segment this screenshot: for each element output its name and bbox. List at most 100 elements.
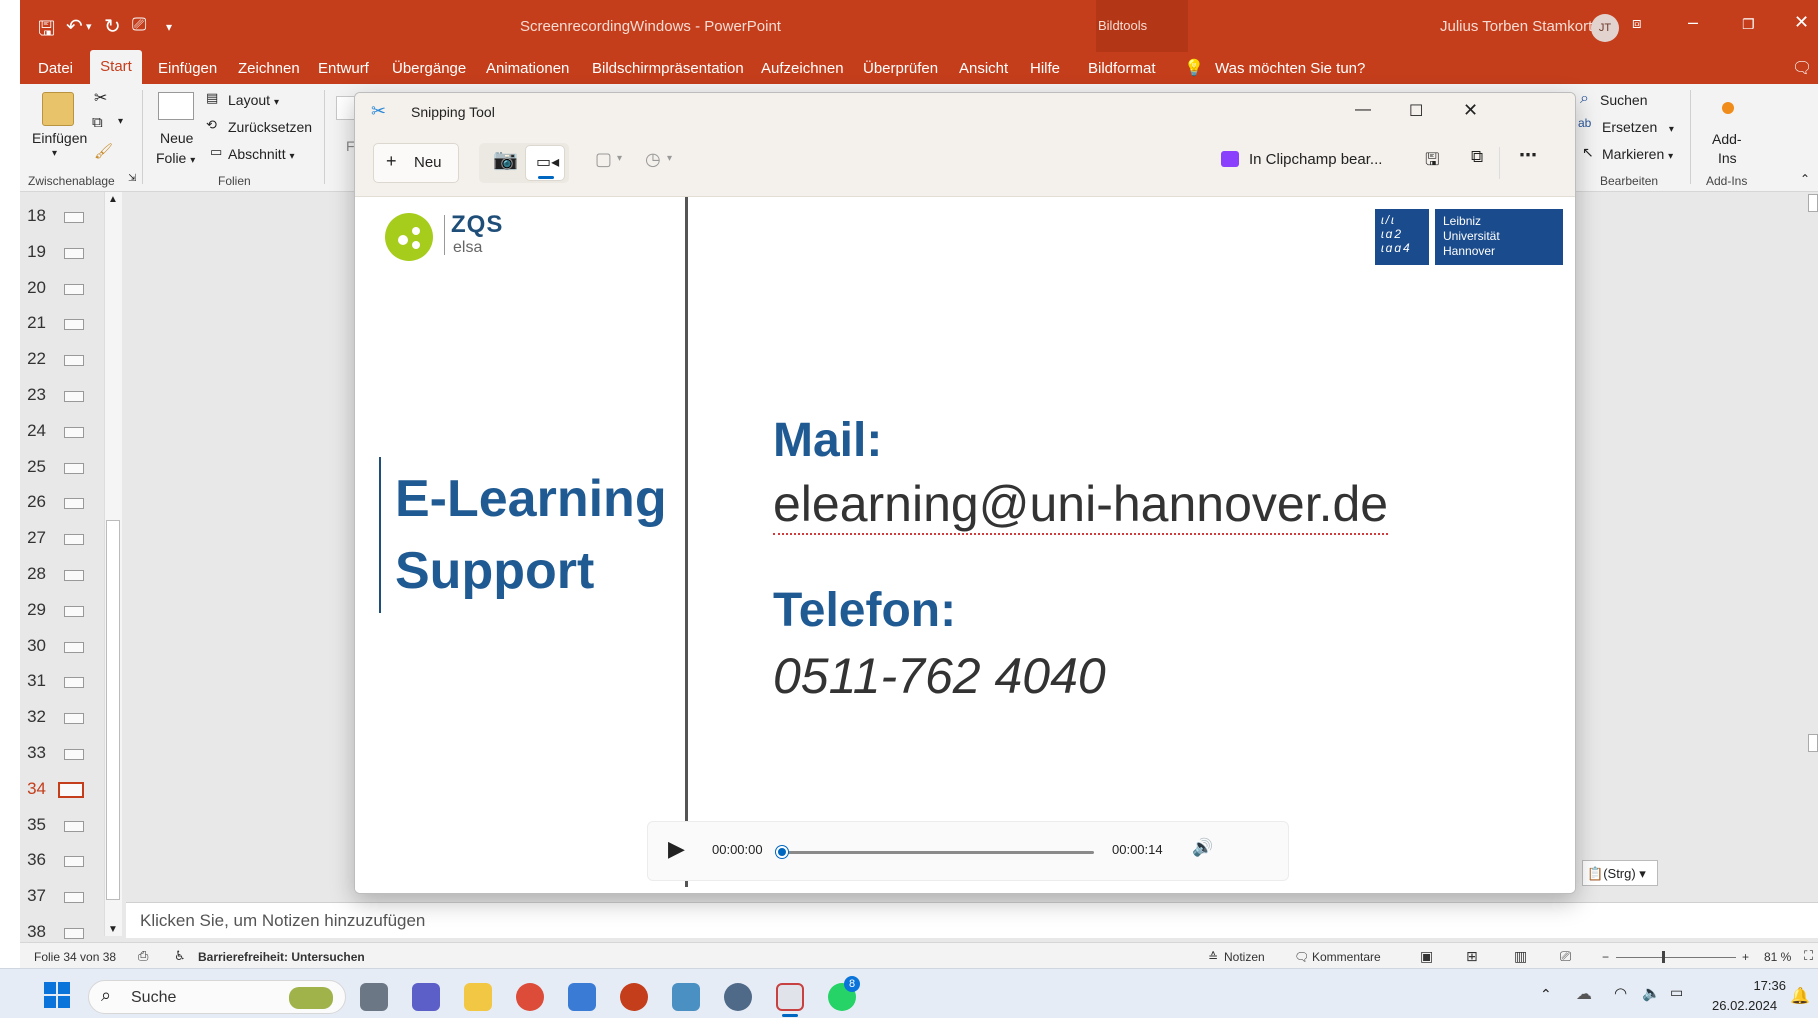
scroll-up-icon[interactable]: ▲ — [108, 194, 118, 205]
tab-transitions[interactable]: Übergänge — [392, 60, 466, 77]
play-icon[interactable]: ▶ — [668, 836, 685, 862]
minimize-icon[interactable]: – — [1688, 12, 1698, 33]
collapse-ribbon-icon[interactable]: ⌃ — [1800, 172, 1810, 186]
slide-number[interactable]: 28 — [20, 564, 46, 584]
fit-to-window-icon[interactable]: ⛶ — [1804, 948, 1813, 964]
slide-number[interactable]: 21 — [20, 313, 46, 333]
windows-start-icon[interactable] — [44, 982, 70, 1008]
slide-number[interactable]: 20 — [20, 278, 46, 298]
wifi-icon[interactable]: ◠ — [1614, 984, 1627, 1002]
layout-button[interactable]: Layout ▾ — [228, 92, 279, 108]
user-name[interactable]: Julius Torben Stamkort — [1440, 18, 1592, 35]
slide-thumbnail[interactable] — [64, 391, 84, 402]
font-box[interactable] — [336, 96, 356, 120]
microsoft-store-icon[interactable] — [568, 983, 596, 1011]
cut-icon[interactable]: ✂ — [94, 88, 107, 108]
snipping-tool-taskbar-icon[interactable] — [776, 983, 804, 1011]
slide-number[interactable]: 36 — [20, 850, 46, 870]
slide-number[interactable]: 24 — [20, 421, 46, 441]
new-slide-label-1[interactable]: Neue — [160, 130, 193, 146]
slide-number[interactable]: 33 — [20, 743, 46, 763]
slide-thumbnail[interactable] — [64, 713, 84, 725]
seek-bar[interactable] — [784, 851, 1094, 854]
onedrive-icon[interactable]: ☁ — [1576, 984, 1592, 1004]
taskbar-search-box[interactable]: ⌕ Suche — [88, 980, 346, 1014]
zoom-out-icon[interactable]: − — [1602, 950, 1609, 964]
timer-icon[interactable]: ◷ — [645, 149, 661, 170]
comments-icon[interactable]: 🗨 — [1792, 58, 1812, 78]
slide-number[interactable]: 18 — [20, 206, 46, 226]
copy-icon[interactable]: ⧉ — [92, 114, 103, 131]
snip-shape-dropdown-icon[interactable]: ▾ — [617, 153, 622, 164]
slide-thumbnail[interactable] — [64, 856, 84, 868]
addins-label-2[interactable]: Ins — [1718, 150, 1737, 166]
new-snip-button[interactable]: + Neu — [373, 143, 459, 183]
new-slide-icon[interactable] — [158, 92, 194, 120]
snip-minimize-icon[interactable]: — — [1355, 101, 1371, 119]
redo-icon[interactable]: ↻ — [104, 14, 121, 39]
task-view-icon[interactable] — [360, 983, 388, 1011]
slide-thumbnail[interactable] — [64, 462, 84, 474]
teams-icon[interactable] — [412, 983, 440, 1011]
powerpoint-taskbar-icon[interactable] — [620, 983, 648, 1011]
present-from-start-icon[interactable]: ⎚ — [132, 14, 146, 35]
settings-icon[interactable] — [724, 983, 752, 1011]
normal-view-icon[interactable]: ▣ — [1420, 948, 1433, 965]
customize-quick-access-icon[interactable]: ▾ — [166, 20, 172, 34]
speaker-icon[interactable]: 🔈 — [1642, 984, 1661, 1002]
editor-scroll-thumb[interactable] — [1808, 734, 1818, 752]
notes-pane[interactable]: Klicken Sie, um Notizen hinzuzufügen — [126, 902, 1818, 938]
slide-thumbnail[interactable] — [64, 319, 84, 331]
copy-snip-icon[interactable]: ⧉ — [1471, 147, 1483, 167]
accessibility-status[interactable]: Barrierefreiheit: Untersuchen — [198, 950, 365, 964]
tab-animations[interactable]: Animationen — [486, 60, 569, 77]
find-button[interactable]: Suchen — [1600, 92, 1647, 108]
slide-number[interactable]: 29 — [20, 600, 46, 620]
tab-view[interactable]: Ansicht — [959, 60, 1008, 77]
ribbon-display-options-icon[interactable]: ⧈ — [1632, 15, 1642, 32]
chrome-icon[interactable] — [516, 983, 544, 1011]
reading-view-icon[interactable]: ▥ — [1514, 948, 1527, 965]
section-button[interactable]: Abschnitt ▾ — [228, 146, 295, 162]
slide-thumbnail[interactable] — [64, 426, 84, 438]
slide-thumbnail[interactable] — [64, 498, 84, 510]
addins-icon[interactable] — [1722, 102, 1734, 114]
clock-date[interactable]: 26.02.2024 — [1712, 998, 1777, 1013]
battery-icon[interactable]: ▭ — [1670, 984, 1683, 1001]
editor-scroll-up[interactable] — [1808, 194, 1818, 212]
slide-number[interactable]: 22 — [20, 349, 46, 369]
edit-in-clipchamp-button[interactable]: In Clipchamp bear... — [1249, 151, 1382, 168]
format-painter-icon[interactable]: 🖌 — [94, 142, 113, 160]
save-icon[interactable]: 🖫 — [38, 14, 55, 48]
slide-thumbnail[interactable] — [58, 781, 84, 798]
snip-maximize-icon[interactable]: ☐ — [1409, 101, 1423, 121]
seek-thumb[interactable] — [776, 846, 788, 858]
tab-file[interactable]: Datei — [38, 60, 73, 77]
copy-dropdown-icon[interactable]: ▾ — [118, 116, 123, 127]
slide-thumbnail[interactable] — [64, 641, 84, 653]
avatar[interactable]: JT — [1591, 14, 1619, 42]
tab-design[interactable]: Entwurf — [318, 60, 369, 77]
slide-thumbnail[interactable] — [64, 749, 84, 760]
close-icon[interactable]: ✕ — [1794, 12, 1809, 33]
spell-check-icon[interactable]: ⎙ — [138, 948, 148, 964]
zoom-slider[interactable] — [1616, 957, 1736, 958]
clipboard-launcher-icon[interactable]: ⇲ — [128, 173, 136, 184]
slide-number[interactable]: 34 — [20, 779, 46, 799]
restore-icon[interactable]: ❐ — [1742, 16, 1755, 33]
slide-thumbnail[interactable] — [64, 928, 84, 939]
slide-thumbnail[interactable] — [64, 534, 84, 546]
undo-dropdown-icon[interactable]: ▾ — [86, 20, 92, 33]
slide-sorter-icon[interactable]: ⊞ — [1466, 948, 1478, 965]
notes-toggle[interactable]: Notizen — [1224, 950, 1265, 964]
notification-bell-icon[interactable]: 🔔 — [1790, 986, 1810, 1006]
zoom-slider-thumb[interactable] — [1662, 951, 1665, 963]
monitor-app-icon[interactable] — [672, 983, 700, 1011]
addins-label-1[interactable]: Add- — [1712, 131, 1742, 147]
replace-button[interactable]: Ersetzen ▾ — [1602, 119, 1674, 135]
slide-thumbnail[interactable] — [64, 820, 84, 832]
paste-label[interactable]: Einfügen — [32, 130, 87, 146]
camera-icon[interactable]: 📷 — [493, 147, 518, 172]
snip-shape-icon[interactable]: ▢ — [595, 149, 612, 170]
zoom-level[interactable]: 81 % — [1764, 950, 1791, 964]
